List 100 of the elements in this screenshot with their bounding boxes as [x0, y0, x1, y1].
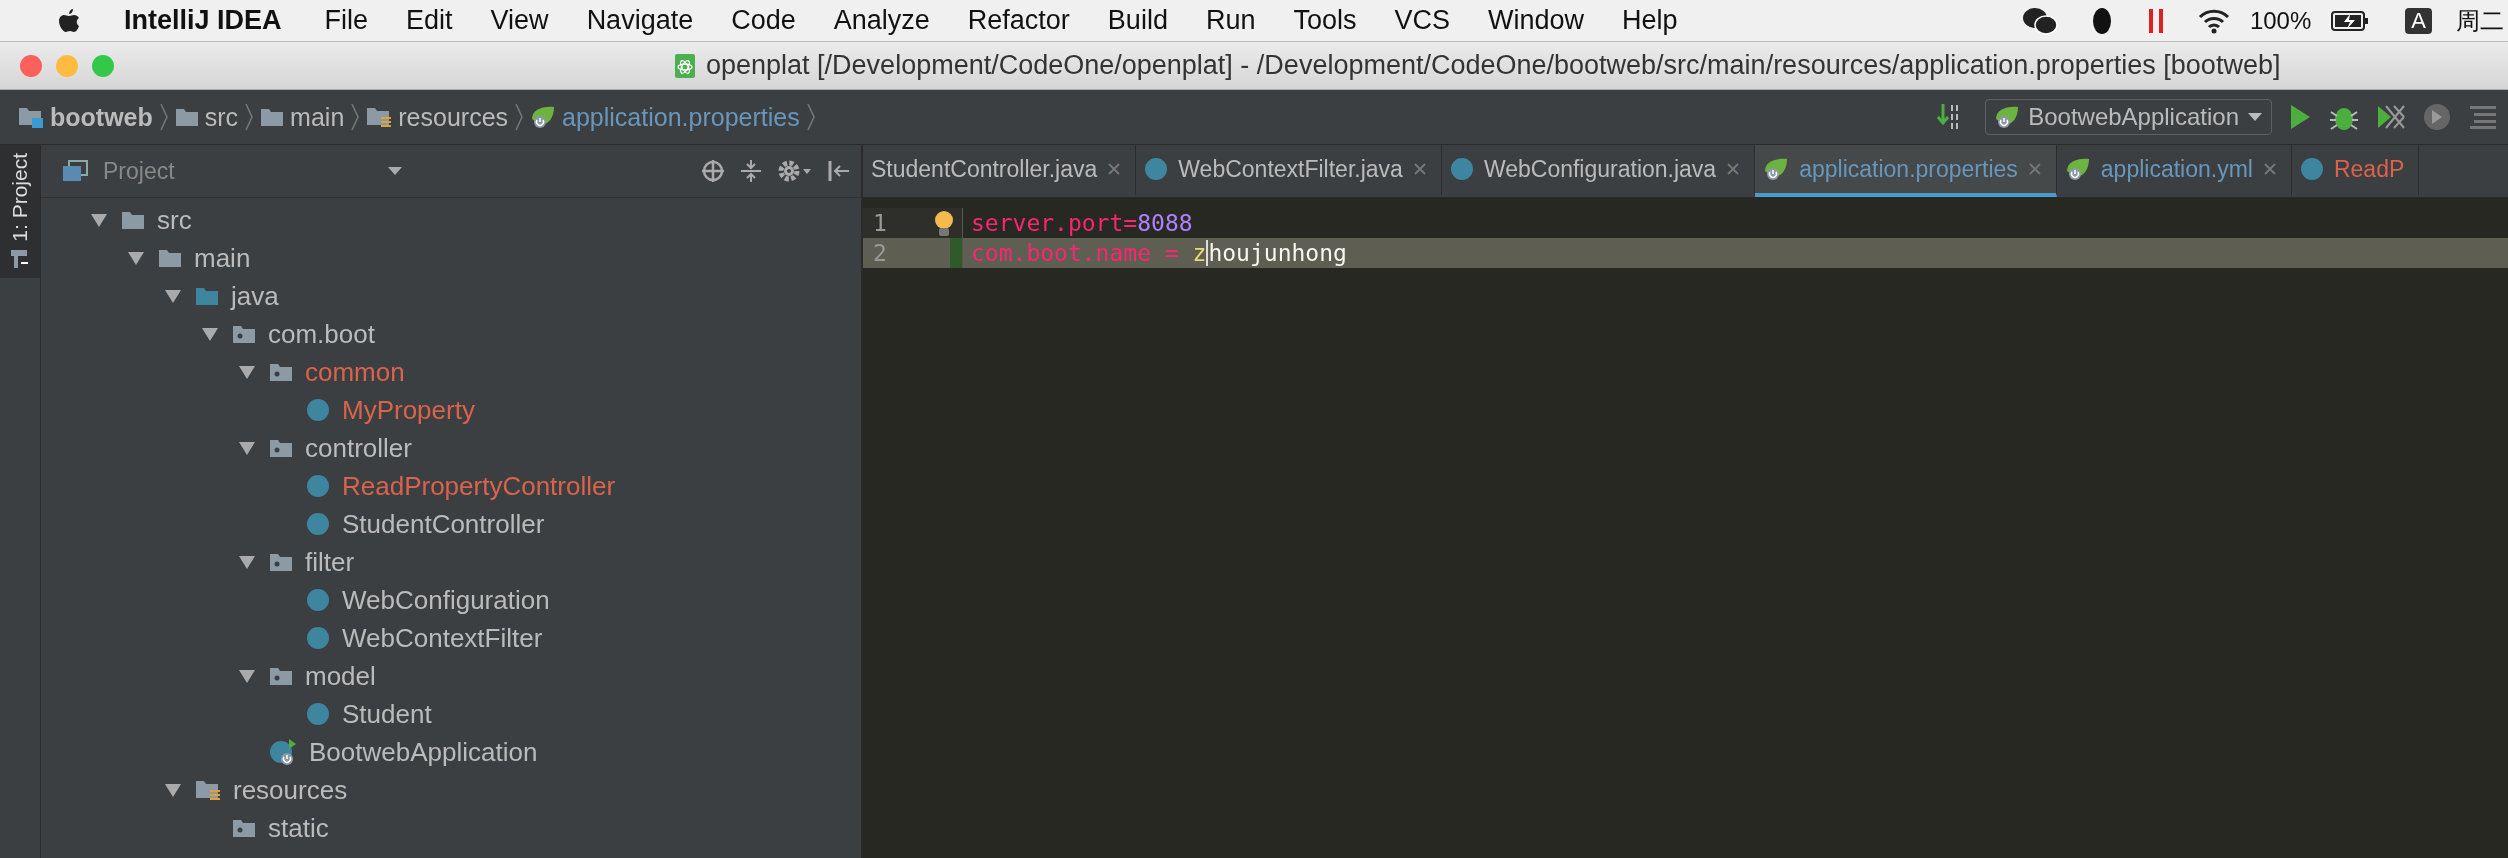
app-name[interactable]: IntelliJ IDEA — [124, 5, 282, 36]
tree-item[interactable]: controller — [305, 432, 412, 464]
menu-item[interactable]: VCS — [1394, 5, 1450, 36]
menu-item[interactable]: Run — [1205, 5, 1256, 36]
class-icon — [306, 474, 330, 498]
line-number: 2 — [872, 240, 887, 266]
menu-item[interactable]: Navigate — [586, 5, 694, 36]
tree-item[interactable]: BootwebApplication — [309, 736, 538, 768]
folder-icon — [158, 247, 182, 269]
package-icon — [232, 817, 256, 839]
menu-item[interactable]: Edit — [406, 5, 453, 36]
tree-item[interactable]: common — [305, 356, 405, 388]
tree-item[interactable]: static — [268, 812, 329, 844]
window-title: openplat [/Development/CodeOne/openplat] - /Development/CodeOne/bootweb/src/main/resources/application.properties [bootweb] — [706, 50, 2281, 81]
close-icon[interactable] — [1412, 162, 1427, 176]
collapse-all-icon[interactable] — [739, 159, 763, 183]
chevron-icon — [350, 102, 361, 132]
lightbulb-icon[interactable] — [933, 210, 955, 238]
tree-item[interactable]: WebConfiguration — [342, 584, 550, 616]
tree-item[interactable]: com.boot — [268, 318, 375, 350]
class-icon — [306, 398, 330, 422]
package-icon — [269, 665, 293, 687]
menu-item[interactable]: Window — [1488, 5, 1585, 36]
battery-percent: 100% — [2249, 6, 2312, 35]
code-token: 8088 — [1137, 210, 1193, 236]
menu-item[interactable]: File — [324, 5, 369, 36]
close-icon[interactable] — [2262, 162, 2277, 176]
breadcrumb[interactable]: bootweb — [50, 102, 153, 132]
resources-folder-icon — [366, 105, 393, 129]
tree-item[interactable]: ReadPropertyController — [342, 470, 616, 502]
wifi-icon[interactable] — [2197, 7, 2230, 34]
editor-tab[interactable]: StudentController.java — [863, 145, 1137, 197]
project-view-icon — [61, 159, 89, 183]
hide-panel-icon[interactable] — [827, 159, 851, 183]
package-icon — [269, 551, 293, 573]
editor-tab[interactable]: application.yml — [2056, 145, 2292, 197]
package-icon — [269, 361, 293, 383]
tree-item[interactable]: Student — [342, 698, 432, 730]
profiler-icon[interactable] — [2422, 102, 2452, 132]
window-close-button[interactable] — [20, 54, 42, 77]
code-token: = — [1123, 210, 1138, 236]
close-icon[interactable] — [1107, 162, 1122, 176]
input-source[interactable]: A — [2405, 7, 2432, 34]
structure-lines-icon[interactable] — [2468, 104, 2498, 130]
apple-icon — [58, 7, 80, 34]
tree-item[interactable]: MyProperty — [342, 394, 475, 426]
tree-item[interactable]: main — [194, 242, 251, 274]
editor-tab[interactable]: WebContextFilter.java — [1136, 145, 1442, 197]
class-icon — [2299, 157, 2324, 181]
menu-item[interactable]: Analyze — [833, 5, 930, 36]
menu-item[interactable]: Tools — [1293, 5, 1357, 36]
code-token: server.port — [971, 210, 1124, 236]
tree-item[interactable]: resources — [233, 774, 348, 806]
chevron-icon — [514, 102, 525, 132]
menu-item[interactable]: View — [490, 5, 549, 36]
editor-tab[interactable]: application.properties — [1755, 145, 2057, 197]
tree-item[interactable]: StudentController — [342, 508, 545, 540]
folder-tree-icon — [9, 247, 31, 270]
dropdown-caret-icon[interactable] — [387, 166, 403, 176]
tree-item[interactable]: src — [157, 204, 192, 236]
breadcrumb[interactable]: main — [290, 102, 345, 132]
caret-icon — [2247, 112, 2263, 122]
breadcrumb[interactable]: src — [204, 102, 239, 132]
folder-icon — [260, 106, 285, 128]
breadcrumb[interactable]: application.properties — [562, 102, 800, 132]
project-view-dropdown[interactable]: Project — [103, 157, 373, 185]
tree-item[interactable]: filter — [305, 546, 355, 578]
spring-leaf-icon — [2064, 157, 2091, 181]
class-icon — [1449, 157, 1474, 181]
editor-tab[interactable]: WebConfiguration.java — [1441, 145, 1756, 197]
menu-item[interactable]: Refactor — [967, 5, 1070, 36]
code-token: com.boot.name — [971, 240, 1151, 266]
menu-item[interactable]: Code — [731, 5, 796, 36]
battery-icon[interactable] — [2331, 9, 2370, 32]
folder-icon — [174, 106, 199, 128]
breadcrumb[interactable]: resources — [398, 102, 509, 132]
gear-icon[interactable] — [777, 159, 813, 183]
project-tool-window-button[interactable]: 1: Project — [0, 145, 40, 278]
chevron-icon — [158, 102, 169, 132]
tree-item[interactable]: model — [305, 660, 376, 692]
menu-item[interactable]: Build — [1107, 5, 1168, 36]
close-icon[interactable] — [1726, 162, 1741, 176]
tree-item[interactable]: WebContextFilter — [342, 622, 543, 654]
run-configuration-dropdown[interactable]: BootwebApplication — [1985, 99, 2272, 135]
resources-folder-icon — [195, 778, 221, 802]
atom-document-icon — [674, 52, 696, 79]
package-icon — [232, 323, 256, 345]
line-number: 1 — [872, 210, 887, 236]
run-icon[interactable] — [2288, 103, 2312, 131]
spring-leaf-icon — [1763, 157, 1790, 181]
menu-item[interactable]: Help — [1622, 5, 1678, 36]
editor-tab[interactable]: ReadP — [2291, 145, 2420, 197]
chat-bubbles-icon[interactable] — [2021, 6, 2058, 35]
class-icon — [306, 626, 330, 650]
change-marker[interactable] — [950, 238, 962, 268]
locate-icon[interactable] — [701, 159, 725, 183]
class-icon — [306, 512, 330, 536]
clock-day[interactable]: 周二 — [2456, 4, 2504, 37]
code-token: houjunhong — [1208, 240, 1347, 266]
tree-item[interactable]: java — [231, 280, 279, 312]
